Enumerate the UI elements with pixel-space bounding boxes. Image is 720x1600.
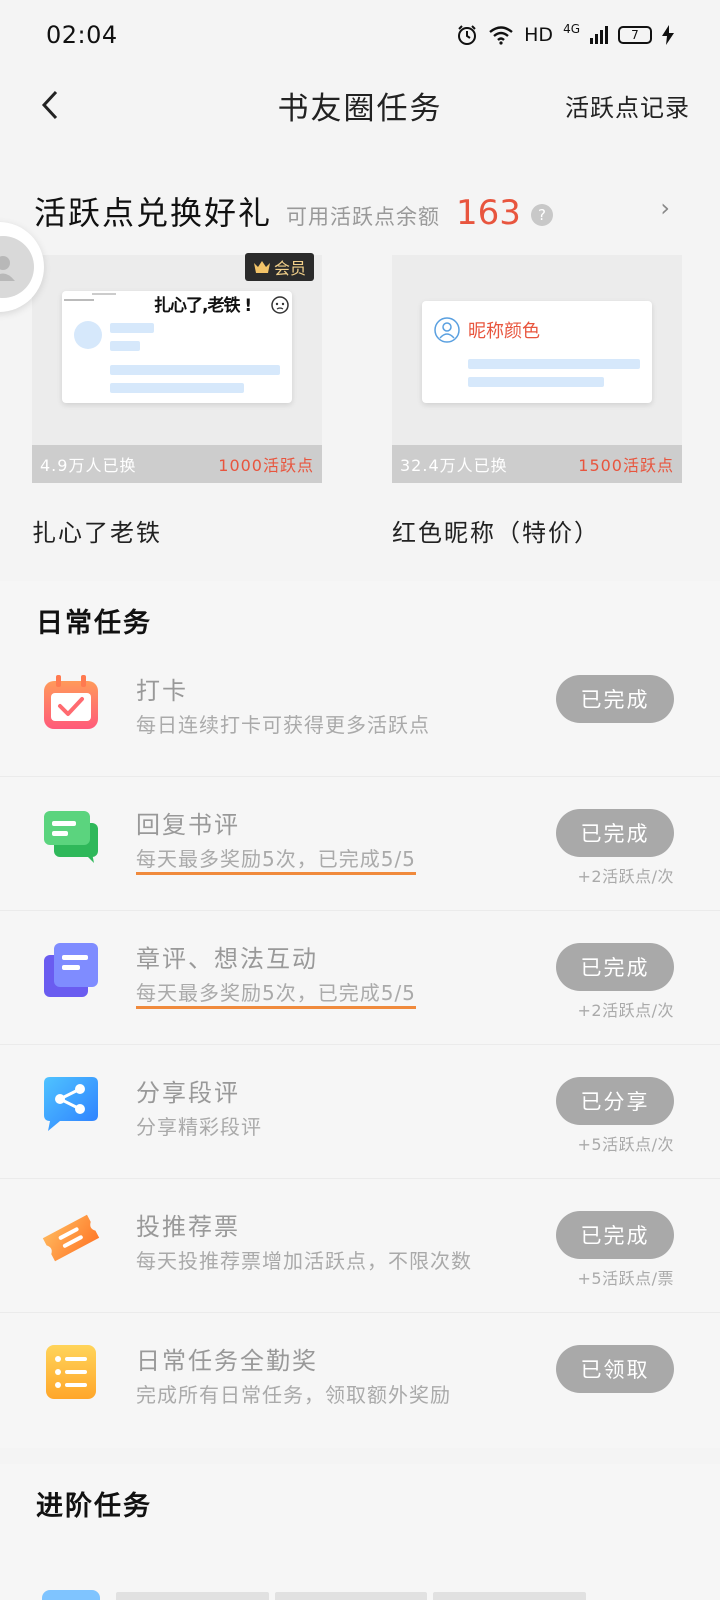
list-icon [46, 1345, 96, 1399]
gift-name: 红色昵称（特价） [392, 519, 600, 547]
status-icons: HD 4G 7 [456, 22, 674, 46]
preview-bar [468, 377, 604, 387]
chevron-left-icon [41, 90, 58, 120]
peek-bar [274, 1592, 428, 1600]
ticket-icon [42, 1214, 100, 1262]
gift-cost: 1500活跃点 [578, 456, 674, 475]
task-row: 分享段评 分享精彩段评 已分享 +5活跃点/次 [0, 1045, 720, 1179]
gift-name: 扎心了老铁 [32, 519, 162, 547]
peek-bar [116, 1592, 269, 1600]
task-title: 投推荐票 [136, 1213, 240, 1241]
exchange-header: 活跃点兑换好礼 可用活跃点余额 163 ? [34, 188, 553, 234]
preview-nickname: 昵称颜色 [468, 321, 540, 342]
document-stack-icon [44, 943, 98, 997]
exchange-section: 活跃点兑换好礼 可用活跃点余额 163 ? › 扎心了,老铁 ! 4.9万人已换… [0, 160, 720, 577]
advanced-task-peek [116, 1592, 587, 1600]
task-title: 打卡 [136, 677, 188, 705]
task-status-button[interactable]: 已领取 [556, 1345, 674, 1393]
preview-arrow [64, 299, 94, 301]
task-desc: 每天投推荐票增加活跃点，不限次数 [136, 1249, 472, 1273]
header: 书友圈任务 活跃点记录 [0, 70, 720, 140]
task-desc: 每天最多奖励5次，已完成5/5 [136, 977, 416, 1009]
task-title: 日常任务全勤奖 [136, 1347, 318, 1375]
hd-indicator: HD [524, 24, 554, 46]
task-reward: +2活跃点/次 [577, 867, 674, 886]
task-desc: 完成所有日常任务，领取额外奖励 [136, 1383, 451, 1407]
preview-bar [110, 383, 244, 393]
task-row: 章评、想法互动 每天最多奖励5次，已完成5/5 已完成 +2活跃点/次 [0, 911, 720, 1045]
task-status-button[interactable]: 已完成 [556, 943, 674, 991]
balance-value: 163 [456, 193, 521, 233]
gift-stats: 4.9万人已换 1000活跃点 [32, 445, 322, 483]
crown-icon [253, 261, 270, 273]
advanced-task-icon-peek [42, 1590, 100, 1600]
task-desc: 分享精彩段评 [136, 1115, 262, 1139]
preview-bar [468, 359, 640, 369]
preview-bar [110, 323, 154, 333]
advanced-tasks-title: 进阶任务 [36, 1491, 152, 1522]
back-button[interactable] [30, 80, 70, 130]
gift-exchange-count: 4.9万人已换 [40, 456, 137, 475]
gift-item[interactable]: 扎心了,老铁 ! 4.9万人已换 1000活跃点 会员 扎心了老铁 [32, 253, 322, 548]
balance-label: 可用活跃点余额 [286, 205, 441, 229]
preview-bar [110, 365, 280, 375]
task-desc: 每天最多奖励5次，已完成5/5 [136, 843, 416, 875]
gift-preview[interactable]: 扎心了,老铁 ! 4.9万人已换 1000活跃点 [32, 255, 322, 483]
user-silhouette-icon [0, 256, 15, 281]
gift-stats: 32.4万人已换 1500活跃点 [392, 445, 682, 483]
share-icon [44, 1077, 98, 1131]
task-row: 打卡 每日连续打卡可获得更多活跃点 已完成 [0, 643, 720, 777]
preview-window: 昵称颜色 [422, 301, 652, 403]
task-status-button[interactable]: 已完成 [556, 809, 674, 857]
peek-bar [433, 1592, 587, 1600]
gift-cost: 1000活跃点 [218, 456, 314, 475]
daily-tasks-title: 日常任务 [36, 608, 152, 639]
task-reward: +5活跃点/票 [577, 1269, 674, 1288]
gift-preview[interactable]: 昵称颜色 32.4万人已换 1500活跃点 [392, 255, 682, 483]
crying-face-icon [271, 296, 289, 314]
page-title: 书友圈任务 [277, 90, 443, 127]
task-title: 章评、想法互动 [136, 945, 318, 973]
chat-bubble-icon [44, 811, 98, 863]
exchange-title: 活跃点兑换好礼 [34, 194, 273, 232]
task-status-button[interactable]: 已完成 [556, 1211, 674, 1259]
task-title: 回复书评 [136, 811, 240, 839]
preview-avatar [74, 321, 102, 349]
vip-badge-label: 会员 [273, 259, 306, 278]
status-time: 02:04 [46, 21, 118, 49]
task-status-button[interactable]: 已分享 [556, 1077, 674, 1125]
gift-exchange-count: 32.4万人已换 [400, 456, 508, 475]
gift-item[interactable]: 昵称颜色 32.4万人已换 1500活跃点 红色昵称（特价） [392, 255, 682, 548]
battery-icon: 7 [618, 26, 652, 44]
status-bar: 02:04 HD 4G 7 [0, 0, 720, 70]
wifi-icon [489, 26, 513, 45]
task-row: 日常任务全勤奖 完成所有日常任务，领取额外奖励 已领取 [0, 1313, 720, 1447]
preview-bar [110, 341, 140, 351]
task-title: 分享段评 [136, 1079, 240, 1107]
exchange-more-chevron-icon[interactable]: › [660, 194, 670, 222]
signal-icon [590, 26, 608, 44]
preview-arrow [92, 293, 116, 295]
task-reward: +5活跃点/次 [577, 1135, 674, 1154]
vip-badge: 会员 [244, 253, 314, 281]
task-reward: +2活跃点/次 [577, 1001, 674, 1020]
preview-sticker-text: 扎心了,老铁 ! [154, 296, 252, 316]
task-row: 回复书评 每天最多奖励5次，已完成5/5 已完成 +2活跃点/次 [0, 777, 720, 911]
calendar-check-icon [44, 675, 98, 729]
charging-icon [662, 25, 674, 45]
help-icon[interactable]: ? [530, 204, 553, 226]
task-row: 投推荐票 每天投推荐票增加活跃点，不限次数 已完成 +5活跃点/票 [0, 1179, 720, 1313]
daily-tasks-section: 日常任务 打卡 每日连续打卡可获得更多活跃点 已完成 回复书评 每天最多奖励5次… [0, 581, 720, 1448]
network-indicator: 4G [563, 22, 580, 36]
user-icon [434, 317, 460, 343]
task-desc: 每日连续打卡可获得更多活跃点 [136, 713, 430, 737]
task-status-button[interactable]: 已完成 [556, 675, 674, 723]
battery-level: 7 [631, 28, 639, 42]
activity-record-link[interactable]: 活跃点记录 [565, 88, 690, 123]
alarm-icon [458, 25, 477, 45]
advanced-tasks-section: 进阶任务 [0, 1464, 720, 1600]
avatar [0, 236, 34, 298]
